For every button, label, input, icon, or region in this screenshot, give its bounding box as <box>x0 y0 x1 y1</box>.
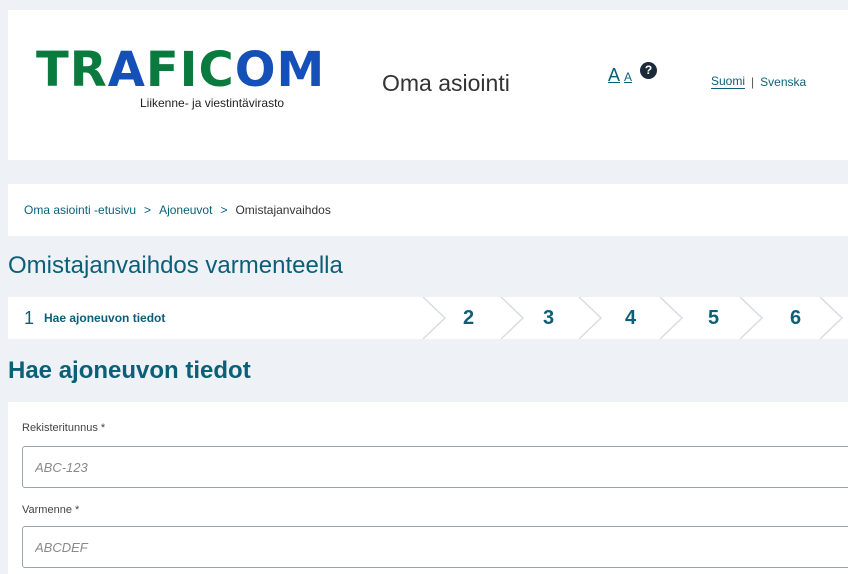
breadcrumb-separator: > <box>144 203 152 217</box>
help-icon[interactable]: ? <box>640 62 658 79</box>
font-large-icon[interactable]: A <box>608 65 620 85</box>
step-4: 4 <box>625 307 637 329</box>
section-title: Hae ajoneuvon tiedot <box>8 357 251 384</box>
registration-number-input[interactable] <box>22 446 848 488</box>
breadcrumb-vehicles-link[interactable]: Ajoneuvot <box>159 203 212 217</box>
logo-wordmark: TRAFICOM <box>36 42 326 98</box>
step-1-label: Hae ajoneuvon tiedot <box>44 311 166 325</box>
step-indicator: 1 Hae ajoneuvon tiedot 2 3 4 5 6 <box>8 297 848 339</box>
breadcrumb: Oma asiointi -etusivu > Ajoneuvot > Omis… <box>8 184 848 236</box>
breadcrumb-home-link[interactable]: Oma asiointi -etusivu <box>24 203 136 217</box>
app-name: Oma asiointi <box>382 70 510 96</box>
step-3: 3 <box>543 307 555 329</box>
certificate-input[interactable] <box>22 526 848 568</box>
language-switcher: Suomi | Svenska <box>711 74 806 89</box>
vehicle-search-form: Rekisteritunnus * Varmenne * <box>8 402 848 574</box>
step-1-number: 1 <box>24 307 35 328</box>
font-size-tools: A A ? <box>608 62 658 85</box>
step-2: 2 <box>463 307 475 329</box>
logo-subtitle: Liikenne- ja viestintävirasto <box>140 96 285 110</box>
certificate-label: Varmenne * <box>22 504 80 516</box>
page-title: Omistajanvaihdos varmenteella <box>8 252 343 279</box>
traficom-logo[interactable]: TRAFICOM Liikenne- ja viestintävirasto <box>36 42 361 122</box>
language-separator: | <box>751 74 755 89</box>
step-1: 1 Hae ajoneuvon tiedot <box>24 297 165 339</box>
language-swedish-link[interactable]: Svenska <box>760 75 806 89</box>
font-small-icon[interactable]: A <box>624 69 632 85</box>
step-5: 5 <box>708 307 720 329</box>
site-header: TRAFICOM Liikenne- ja viestintävirasto O… <box>8 10 848 160</box>
registration-label: Rekisteritunnus * <box>22 422 106 434</box>
language-finnish-link[interactable]: Suomi <box>711 74 746 89</box>
step-6: 6 <box>790 307 802 329</box>
breadcrumb-separator: > <box>220 203 228 217</box>
breadcrumb-current: Omistajanvaihdos <box>235 203 331 217</box>
